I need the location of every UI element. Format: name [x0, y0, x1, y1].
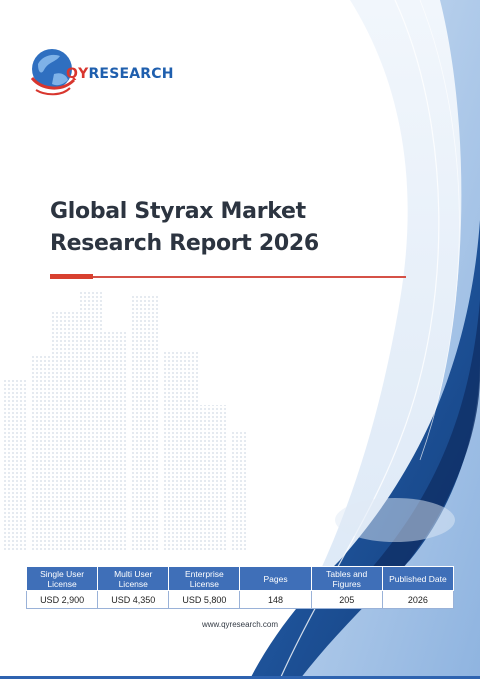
title-divider-accent	[50, 274, 93, 279]
title-line-2: Research Report 2026	[50, 231, 319, 256]
title-divider	[50, 276, 406, 278]
header-single-user: Single User License	[25, 566, 99, 591]
logo-wordmark: QYRESEARCH	[66, 66, 174, 82]
skyline-graphic	[4, 290, 248, 550]
value-published-date: 2026	[381, 590, 455, 609]
report-title: Global Styrax Market Research Report 202…	[50, 196, 430, 260]
table-row: USD 2,900 USD 4,350 USD 5,800 148 205 20…	[25, 590, 455, 609]
table-header-row: Single User License Multi User License E…	[25, 566, 455, 591]
value-tables-figures: 205	[310, 590, 383, 609]
header-pages: Pages	[239, 566, 312, 591]
company-logo: QYRESEARCH	[28, 44, 173, 104]
title-line-1: Global Styrax Market	[50, 199, 306, 224]
header-tables-figures: Tables and Figures	[310, 566, 383, 591]
report-info-table: Single User License Multi User License E…	[25, 566, 455, 609]
website-link[interactable]: www.qyresearch.com	[0, 620, 480, 629]
header-multi-user: Multi User License	[97, 566, 170, 591]
value-single-user: USD 2,900	[25, 590, 99, 609]
value-multi-user: USD 4,350	[97, 590, 170, 609]
header-enterprise: Enterprise License	[168, 566, 241, 591]
header-published-date: Published Date	[381, 566, 455, 591]
value-enterprise: USD 5,800	[168, 590, 241, 609]
report-cover: QYRESEARCH Global Styrax Market Research…	[0, 0, 480, 679]
value-pages: 148	[239, 590, 312, 609]
